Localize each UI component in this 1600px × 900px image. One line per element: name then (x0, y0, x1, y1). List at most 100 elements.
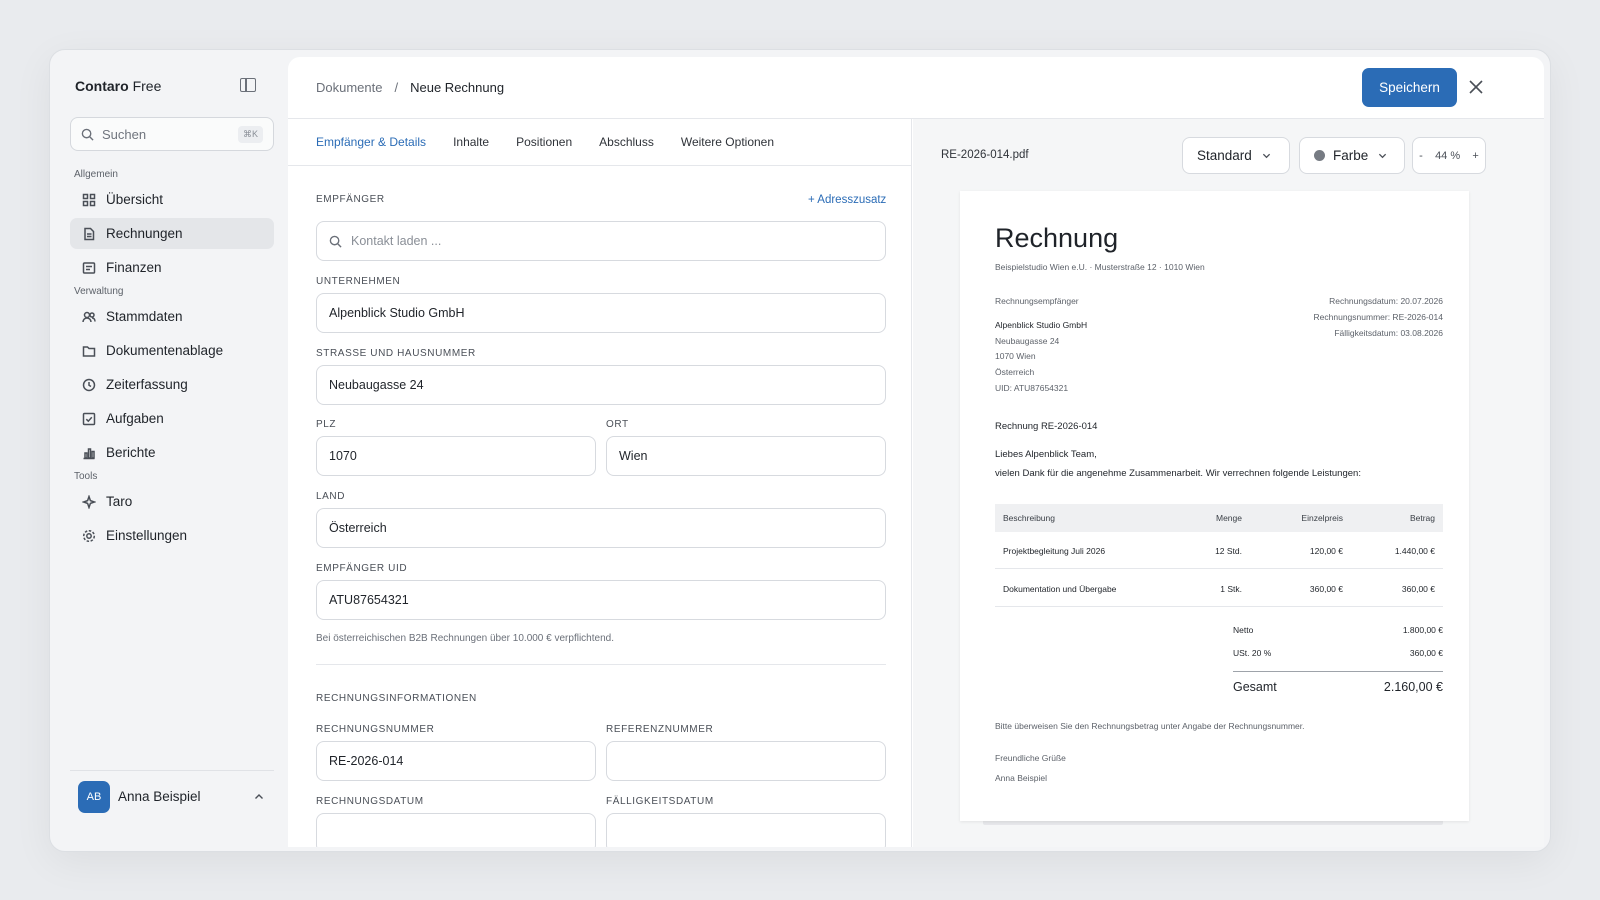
sidebar-item-overview[interactable]: Übersicht (70, 184, 274, 215)
due-date-field[interactable] (606, 813, 886, 847)
invoice-date-field[interactable] (316, 813, 596, 847)
doc-total-value: 2.160,00 € (1383, 680, 1443, 694)
search-input[interactable]: Suchen ⌘K (70, 117, 274, 151)
reference-field[interactable] (606, 741, 886, 781)
doc-table-cell: 1.440,00 € (1394, 546, 1435, 556)
sidebar-item-label: Rechnungen (106, 226, 183, 241)
chevron-down-icon (1262, 153, 1270, 159)
clock-icon (82, 378, 96, 392)
close-icon[interactable] (1468, 79, 1484, 95)
brand-name: Contaro (75, 78, 129, 94)
sidebar-item-taro[interactable]: Taro (70, 486, 274, 517)
document-icon (82, 227, 96, 241)
breadcrumb-separator: / (394, 80, 399, 95)
breadcrumb-current: Neue Rechnung (410, 80, 505, 95)
street-label: STRASSE UND HAUSNUMMER (316, 348, 476, 359)
doc-table-cell: 12 Std. (1215, 546, 1242, 556)
contact-placeholder: Kontakt laden ... (351, 234, 442, 248)
sidebar-item-label: Aufgaben (106, 411, 164, 426)
tab-recipient-details[interactable]: Empfänger & Details (316, 119, 426, 165)
doc-table-header-cell: Einzelpreis (1301, 513, 1343, 523)
section-label-general: Allgemein (74, 169, 118, 180)
breadcrumb-parent[interactable]: Dokumente (316, 80, 382, 95)
sidebar-item-tasks[interactable]: Aufgaben (70, 403, 274, 434)
doc-recipient-heading: Rechnungsempfänger (995, 296, 1079, 306)
street-field[interactable]: Neubaugasse 24 (316, 365, 886, 405)
doc-signature: Anna Beispiel (995, 773, 1047, 783)
company-field[interactable]: Alpenblick Studio GmbH (316, 293, 886, 333)
uid-label: EMPFÄNGER UID (316, 563, 408, 574)
form-pane: Empfänger & Details Inhalte Positionen A… (288, 119, 912, 847)
sidebar-item-reports[interactable]: Berichte (70, 437, 274, 468)
top-bar: Dokumente / Neue Rechnung Speichern (288, 57, 1544, 119)
zip-field[interactable]: 1070 (316, 436, 596, 476)
reference-label: REFERENZNUMMER (606, 724, 714, 735)
search-icon (81, 128, 94, 141)
doc-net-value: 1.800,00 € (1402, 625, 1443, 635)
tab-positions[interactable]: Positionen (516, 119, 572, 165)
doc-intro: vielen Dank für die angenehme Zusammenar… (995, 468, 1361, 479)
doc-total-label: Gesamt (1233, 680, 1277, 694)
doc-recipient-line: 1070 Wien (995, 351, 1036, 361)
pdf-filename: RE-2026-014.pdf (941, 149, 1029, 161)
country-label: LAND (316, 491, 346, 502)
doc-closing: Freundliche Grüße (995, 753, 1066, 763)
sidebar-item-settings[interactable]: Einstellungen (70, 520, 274, 551)
sidebar-toggle-icon[interactable] (240, 78, 256, 92)
invoice-number-field[interactable]: RE-2026-014 (316, 741, 596, 781)
country-field[interactable]: Österreich (316, 508, 886, 548)
zoom-in-button[interactable]: + (1472, 150, 1478, 162)
uid-field[interactable]: ATU87654321 (316, 580, 886, 620)
chevron-down-icon (1379, 153, 1387, 159)
sidebar-item-invoices[interactable]: Rechnungen (70, 218, 274, 249)
brand: Contaro Free (75, 78, 161, 94)
sidebar-item-documents[interactable]: Dokumentenablage (70, 335, 274, 366)
sidebar-item-time[interactable]: Zeiterfassung (70, 369, 274, 400)
search-icon (329, 235, 342, 248)
tab-bar: Empfänger & Details Inhalte Positionen A… (288, 119, 911, 166)
save-button[interactable]: Speichern (1362, 68, 1457, 107)
user-name: Anna Beispiel (118, 789, 201, 804)
city-field[interactable]: Wien (606, 436, 886, 476)
doc-payment-note: Bitte überweisen Sie den Rechnungsbetrag… (995, 721, 1305, 731)
doc-subject: Rechnung RE-2026-014 (995, 421, 1098, 432)
chevron-up-icon[interactable] (254, 792, 264, 802)
doc-recipient-line: Österreich (995, 367, 1035, 377)
zoom-out-button[interactable]: - (1419, 150, 1423, 162)
doc-table-cell: Dokumentation und Übergabe (1003, 584, 1117, 594)
doc-net-label: Netto (1233, 625, 1254, 635)
sidebar-item-label: Dokumentenablage (106, 343, 224, 358)
color-select[interactable]: Farbe (1299, 137, 1405, 174)
doc-total-divider (1233, 671, 1443, 672)
doc-table-cell: Projektbegleitung Juli 2026 (1003, 546, 1106, 556)
brand-plan: Free (132, 78, 162, 94)
doc-meta-line: Fälligkeitsdatum: 03.08.2026 (1334, 328, 1443, 338)
doc-row-divider (995, 568, 1443, 569)
doc-greeting: Liebes Alpenblick Team, (995, 449, 1097, 460)
template-value: Standard (1197, 148, 1252, 163)
doc-meta-line: Rechnungsnummer: RE-2026-014 (1313, 312, 1443, 322)
search-shortcut: ⌘K (237, 125, 263, 143)
tab-more-options[interactable]: Weitere Optionen (681, 119, 774, 165)
bar-chart-icon (82, 446, 96, 460)
company-label: UNTERNEHMEN (316, 276, 401, 287)
sidebar-item-label: Übersicht (106, 192, 164, 207)
sidebar-item-master-data[interactable]: Stammdaten (70, 301, 274, 332)
sidebar-item-label: Finanzen (106, 260, 162, 275)
color-dot-icon (1314, 150, 1325, 161)
recipient-label: EMPFÄNGER (316, 194, 385, 205)
checkbox-icon (82, 412, 96, 426)
sidebar-item-finances[interactable]: Finanzen (70, 252, 274, 283)
template-select[interactable]: Standard (1182, 137, 1290, 174)
doc-meta-line: Rechnungsdatum: 20.07.2026 (1329, 296, 1443, 306)
tab-contents[interactable]: Inhalte (453, 119, 489, 165)
address-addon-link[interactable]: + Adresszusatz (808, 194, 886, 206)
user-menu[interactable]: AB Anna Beispiel (70, 770, 274, 822)
section-label-admin: Verwaltung (74, 286, 124, 297)
invoice-preview-page: Rechnung Beispielstudio Wien e.U. · Must… (960, 191, 1469, 821)
tab-closing[interactable]: Abschluss (599, 119, 654, 165)
doc-table-header-cell: Menge (1216, 513, 1242, 523)
invoice-info-label: RECHNUNGSINFORMATIONEN (316, 693, 477, 704)
contact-search-input[interactable]: Kontakt laden ... (316, 221, 886, 261)
due-date-label: FÄLLIGKEITSDATUM (606, 796, 714, 807)
